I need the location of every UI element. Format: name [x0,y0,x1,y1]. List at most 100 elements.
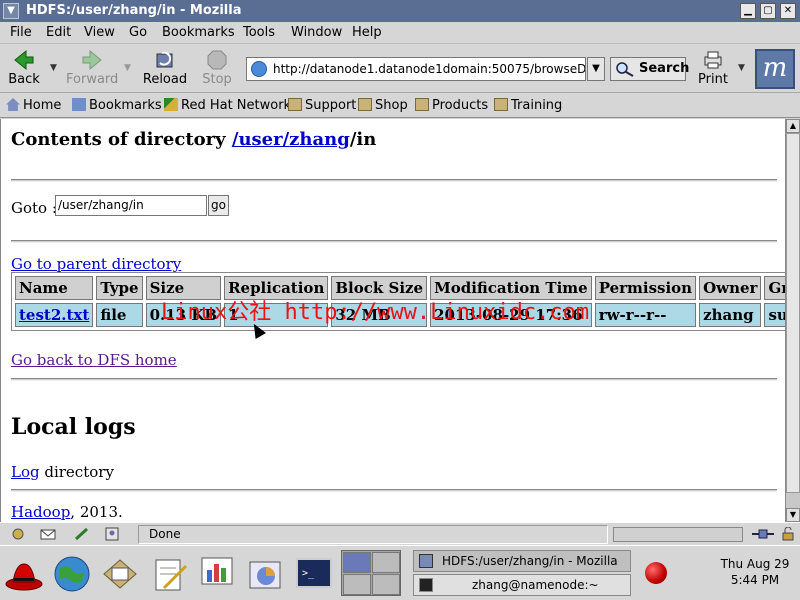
spreadsheet-launcher-icon[interactable] [246,554,286,594]
forward-arrow-icon [82,49,102,71]
bookmark-pen-icon [164,98,178,111]
goto-input[interactable]: /user/zhang/in [55,195,207,216]
red-hat-menu-icon[interactable] [4,554,44,594]
window-menu-icon[interactable]: ▼ [3,3,19,19]
menu-window[interactable]: Window [291,25,342,40]
table-cell: supergroup [764,303,785,327]
maximize-button[interactable]: ▢ [760,3,776,19]
parent-directory-link[interactable]: Go to parent directory [11,255,181,273]
workspace-4[interactable] [372,574,400,595]
menu-edit[interactable]: Edit [46,25,71,40]
workspace-1[interactable] [343,552,371,573]
bookmark-products[interactable]: Products [415,98,488,113]
page-proxy-icon[interactable] [251,61,267,77]
bookmark-home-label: Home [23,98,62,113]
bookmarks-icon [72,98,86,111]
status-bar: Done [0,522,800,545]
desktop-panel: >_ HDFS:/user/zhang/in - Mozilla zhang@n… [0,545,800,600]
hadoop-link[interactable]: Hadoop [11,503,70,521]
status-text: Done [138,525,608,544]
back-dropdown-icon[interactable]: ▼ [50,63,57,73]
path-zhang-link[interactable]: zhang [289,129,350,150]
print-label: Print [698,72,728,87]
url-text: http://datanode1.datanode1domain:50075/b… [273,62,586,76]
bookmark-bookmarks-label: Bookmarks [89,98,162,113]
bookmark-red-hat-network[interactable]: Red Hat Network [164,98,291,113]
printer-icon [704,51,722,69]
column-header: Group [764,276,785,300]
workspace-2[interactable] [372,552,400,573]
path-user-link[interactable]: user [238,129,282,150]
stop-icon [207,50,227,70]
writer-launcher-icon[interactable] [150,554,190,594]
back-button[interactable]: Back [4,45,44,87]
bookmark-training[interactable]: Training [494,98,562,113]
stop-button[interactable]: Stop [198,45,236,87]
clock[interactable]: Thu Aug 29 5:44 PM [712,556,798,588]
folder-icon [288,98,302,111]
update-agent-icon[interactable] [645,562,667,584]
divider [11,378,777,381]
terminal-task-icon [419,578,433,592]
security-lock-icon[interactable] [780,527,796,541]
menu-bookmarks[interactable]: Bookmarks [162,25,235,40]
address-book-icon[interactable] [104,527,120,541]
task-mozilla[interactable]: HDFS:/user/zhang/in - Mozilla [413,550,631,572]
page-content: Contents of directory /user/zhang/in Got… [0,119,785,522]
scroll-down-button[interactable]: ▼ [786,508,800,522]
window-title-bar[interactable]: ▼ HDFS:/user/zhang/in - Mozilla ▁ ▢ ✕ [0,0,800,22]
back-arrow-icon [14,49,34,71]
bookmark-shop-label: Shop [375,98,408,113]
scroll-thumb[interactable] [786,133,800,493]
close-button[interactable]: ✕ [780,3,796,19]
menu-help[interactable]: Help [352,25,382,40]
navigation-toolbar: Back ▼ Forward ▼ Reload Stop http://data… [0,45,800,93]
menu-go[interactable]: Go [129,25,147,40]
menu-bar: File Edit View Go Bookmarks Tools Window… [0,22,800,44]
minimize-button[interactable]: ▁ [740,3,756,19]
folder-icon [358,98,372,111]
table-cell: zhang [699,303,762,327]
workspace-pager[interactable] [341,550,401,596]
menu-view[interactable]: View [84,25,115,40]
page-heading: Contents of directory /user/zhang/in [11,129,376,150]
menu-file[interactable]: File [10,25,32,40]
mozilla-throbber-icon[interactable]: m [755,49,795,89]
navigator-icon[interactable] [10,527,26,541]
forward-dropdown-icon[interactable]: ▼ [124,63,131,73]
url-dropdown-button[interactable]: ▼ [587,57,605,81]
menu-tools[interactable]: Tools [243,25,275,40]
divider [11,240,777,243]
terminal-launcher-icon[interactable]: >_ [294,554,334,594]
file-link[interactable]: test2.txt [19,306,89,324]
bookmark-support[interactable]: Support [288,98,356,113]
personal-toolbar: Home Bookmarks Red Hat Network Support S… [0,94,800,118]
print-dropdown-icon[interactable]: ▼ [738,63,745,73]
scroll-up-button[interactable]: ▲ [786,119,800,133]
url-input[interactable]: http://datanode1.datanode1domain:50075/b… [246,57,586,81]
online-connection-icon[interactable] [752,527,774,541]
heading-prefix: Contents of directory [11,129,232,150]
search-button[interactable]: Search [610,57,689,81]
go-button[interactable]: go [208,195,229,216]
hadoop-suffix: , 2013. [70,503,123,521]
workspace-3[interactable] [343,574,371,595]
log-link[interactable]: Log [11,463,40,481]
mail-icon[interactable] [40,527,56,541]
vertical-scrollbar[interactable]: ▲ ▼ [785,119,800,522]
bookmark-support-label: Support [305,98,357,113]
composer-icon[interactable] [74,527,90,541]
presentation-launcher-icon[interactable] [198,554,238,594]
print-button[interactable]: Print [693,45,733,87]
task-terminal[interactable]: zhang@namenode:~ [413,574,631,596]
bookmark-bookmarks[interactable]: Bookmarks [72,98,162,113]
forward-button[interactable]: Forward [66,45,118,87]
task-mozilla-label: HDFS:/user/zhang/in - Mozilla [442,554,618,568]
dfs-home-link[interactable]: Go back to DFS home [11,351,177,369]
search-icon [616,62,634,77]
reload-button[interactable]: Reload [142,45,188,87]
bookmark-home[interactable]: Home [6,98,61,113]
mail-launcher-icon[interactable] [100,554,140,594]
web-browser-launcher-icon[interactable] [52,554,92,594]
bookmark-shop[interactable]: Shop [358,98,408,113]
